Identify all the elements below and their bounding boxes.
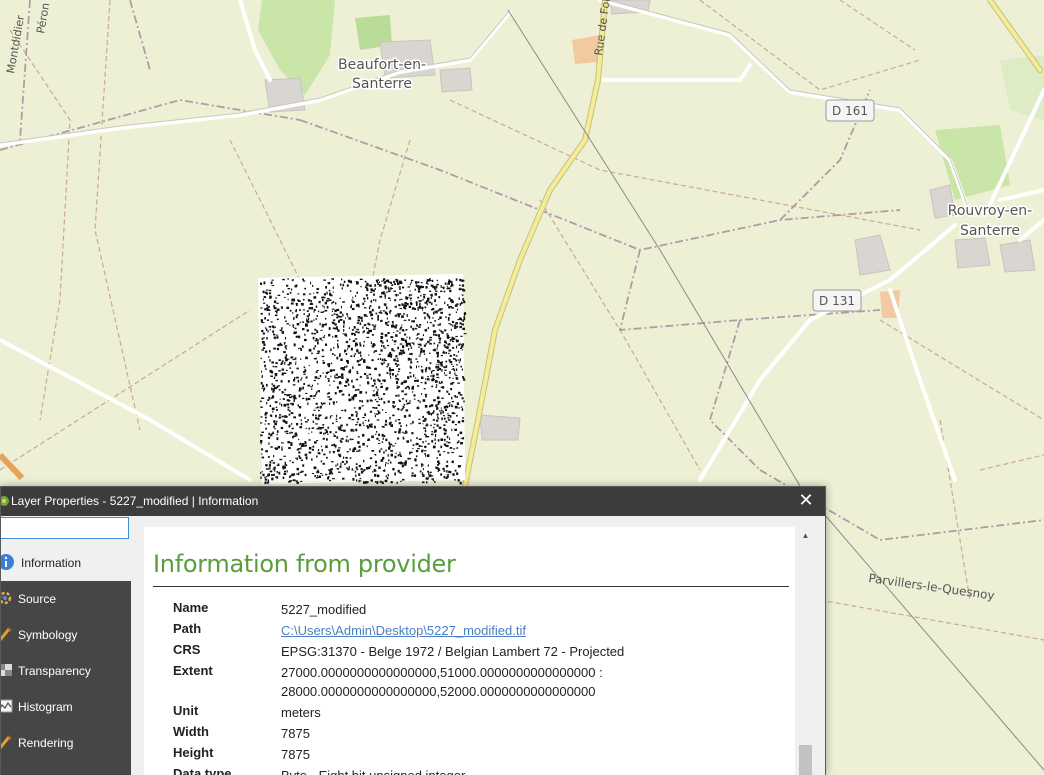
place-label-beaufort: Beaufort-en- bbox=[338, 57, 426, 73]
sidebar-item-symbology[interactable]: Symbology bbox=[1, 617, 131, 653]
qgis-logo-icon bbox=[1, 496, 9, 506]
transparency-icon bbox=[1, 664, 12, 676]
info-key: Height bbox=[173, 745, 214, 760]
info-key: CRS bbox=[173, 642, 201, 657]
content-scrollbar[interactable]: ▲ bbox=[797, 527, 814, 775]
info-key: Extent bbox=[173, 663, 213, 678]
sidebar-item-transparency[interactable]: Transparency bbox=[1, 653, 131, 689]
sidebar-item-label: Information bbox=[21, 556, 82, 570]
sidebar-item-label: Source bbox=[18, 592, 57, 606]
sidebar-item-label: Transparency bbox=[18, 664, 91, 678]
place-label-rouvroy-2: Santerre bbox=[960, 223, 1020, 239]
info-value-line2: 28000.0000000000000000,52000.00000000000… bbox=[281, 684, 596, 699]
path-link[interactable]: C:\Users\Admin\Desktop\5227_modified.tif bbox=[281, 621, 526, 640]
sidebar-item-histogram[interactable]: Histogram bbox=[1, 689, 131, 725]
dialog-titlebar[interactable]: Layer Properties - 5227_modified | Infor… bbox=[1, 487, 825, 516]
close-icon[interactable]: ✕ bbox=[795, 490, 817, 512]
road-label-d131: D 131 bbox=[812, 289, 862, 312]
info-key: Name bbox=[173, 600, 209, 615]
sidebar-item-label: Symbology bbox=[18, 628, 78, 642]
panel-heading: Information from provider bbox=[153, 550, 456, 578]
info-key: Width bbox=[173, 724, 209, 739]
info-value: 27000.0000000000000000,51000.00000000000… bbox=[281, 665, 603, 680]
search-input[interactable] bbox=[1, 517, 129, 539]
scroll-track[interactable] bbox=[799, 545, 812, 755]
sidebar-item-label: Rendering bbox=[18, 736, 74, 750]
layer-properties-dialog: Layer Properties - 5227_modified | Infor… bbox=[0, 486, 826, 775]
svg-text:D 131: D 131 bbox=[819, 294, 855, 308]
info-value: 7875 bbox=[281, 747, 310, 762]
sidebar-item-label: Histogram bbox=[18, 700, 73, 714]
heading-divider bbox=[153, 586, 789, 587]
information-panel: Information from provider Name 5227_modi… bbox=[144, 527, 795, 775]
info-value: 7875 bbox=[281, 726, 310, 741]
sidebar-item-information[interactable]: Information bbox=[1, 545, 131, 581]
svg-text:D 161: D 161 bbox=[832, 104, 868, 118]
dialog-title: Layer Properties - 5227_modified | Infor… bbox=[11, 494, 259, 508]
info-key: Unit bbox=[173, 703, 199, 718]
rendering-icon bbox=[1, 735, 12, 749]
info-value: 5227_modified bbox=[281, 602, 367, 617]
scroll-thumb[interactable] bbox=[799, 745, 812, 775]
place-label-rouvroy: Rouvroy-en- bbox=[948, 203, 1032, 219]
symbology-icon bbox=[1, 627, 12, 641]
sidebar-item-source[interactable]: Source bbox=[1, 581, 131, 617]
place-label-beaufort-2: Santerre bbox=[352, 76, 412, 92]
sidebar: Information Source Symbology Transparenc… bbox=[1, 545, 131, 775]
info-icon bbox=[1, 554, 14, 570]
sidebar-item-rendering[interactable]: Rendering bbox=[1, 725, 131, 761]
raster-layer bbox=[258, 274, 467, 485]
info-key: Path bbox=[173, 621, 202, 636]
scroll-up-arrow-icon[interactable]: ▲ bbox=[797, 527, 814, 544]
info-value: meters bbox=[281, 705, 321, 720]
source-icon bbox=[1, 591, 12, 605]
info-value: EPSG:31370 - Belge 1972 / Belgian Lamber… bbox=[281, 644, 625, 659]
road-label-d161: D 161 bbox=[825, 99, 875, 122]
histogram-icon bbox=[1, 699, 13, 713]
